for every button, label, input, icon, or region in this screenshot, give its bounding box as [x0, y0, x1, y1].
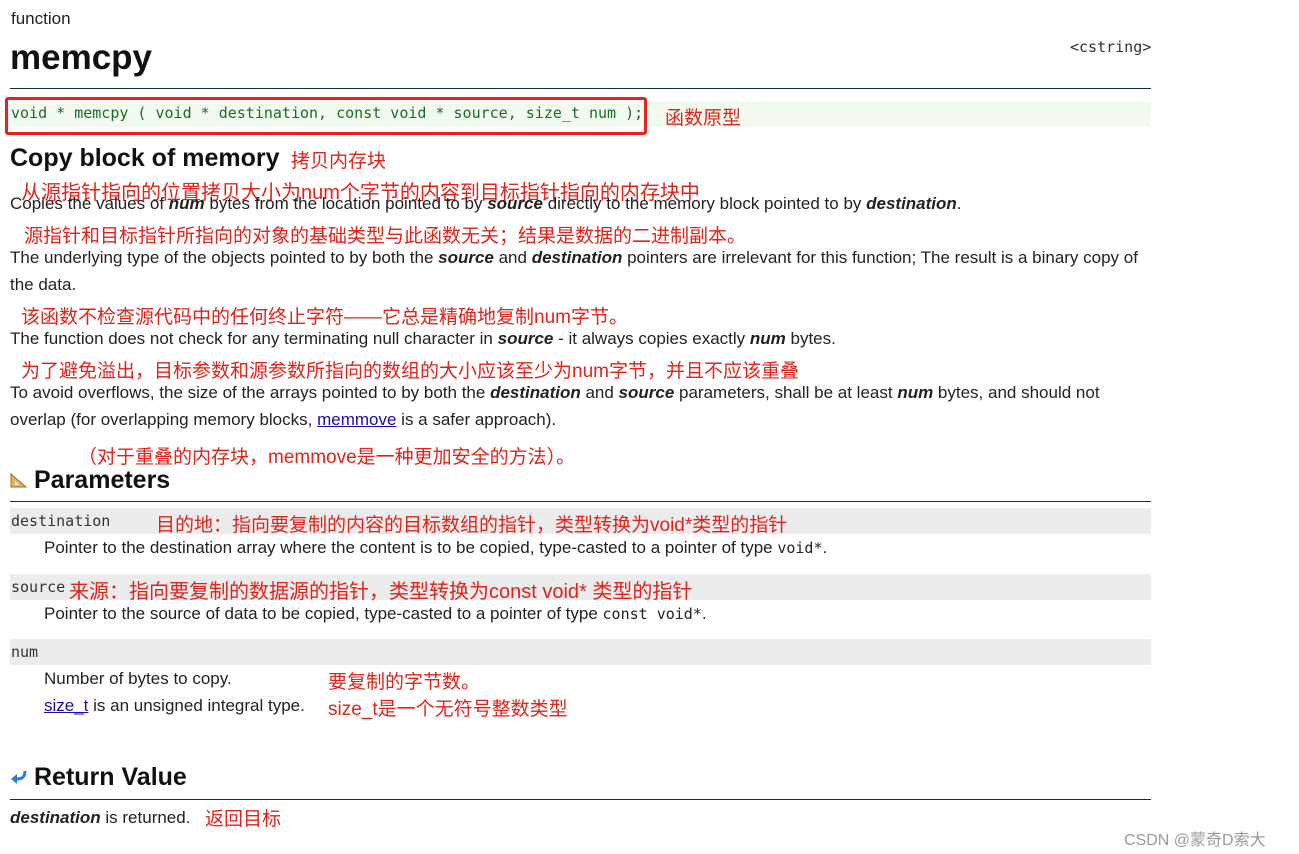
- param-num-annotation-2: size_t是一个无符号整数类型: [328, 699, 568, 720]
- page-kind: function: [11, 9, 71, 28]
- return-heading: Return Value: [34, 763, 187, 791]
- return-text: destination is returned.: [10, 808, 191, 827]
- paragraph-3: The function does not check for any term…: [10, 329, 836, 348]
- description-heading: Copy block of memory: [10, 144, 280, 172]
- param-num-desc: Number of bytes to copy.: [44, 669, 232, 688]
- parameters-icon: [10, 472, 28, 488]
- param-num-bar: [10, 639, 1151, 665]
- paragraph-1: Copies the values of num bytes from the …: [10, 194, 962, 213]
- return-annotation: 返回目标: [205, 809, 282, 830]
- page-title: memcpy: [10, 38, 153, 77]
- param-destination-annotation: 目的地：指向要复制的内容的目标数组的指针，类型转换为void*类型的指针: [156, 515, 788, 536]
- return-rule: [10, 799, 1151, 800]
- size-t-link[interactable]: size_t: [44, 696, 88, 715]
- parameters-rule: [10, 501, 1151, 502]
- param-source-name: source: [11, 578, 66, 596]
- prototype-code: void * memcpy ( void * destination, cons…: [11, 104, 644, 122]
- prototype-annotation: 函数原型: [665, 108, 742, 129]
- param-source-desc: Pointer to the source of data to be copi…: [44, 604, 707, 623]
- param-num-name: num: [11, 643, 39, 661]
- p4-annotation-2: （对于重叠的内存块，memmove是一种更加安全的方法）。: [78, 447, 576, 468]
- parameters-heading: Parameters: [34, 466, 171, 494]
- param-destination-desc: Pointer to the destination array where t…: [44, 538, 828, 557]
- description-heading-annotation: 拷贝内存块: [291, 151, 387, 172]
- paragraph-4: To avoid overflows, the size of the arra…: [10, 383, 1100, 429]
- memmove-link[interactable]: memmove: [317, 410, 396, 429]
- return-icon: [10, 768, 29, 786]
- param-num-desc-2: size_t is an unsigned integral type.: [44, 696, 305, 715]
- paragraph-2: The underlying type of the objects point…: [10, 248, 1138, 294]
- header-file: <cstring>: [1070, 38, 1152, 56]
- title-rule: [10, 88, 1151, 89]
- param-destination-name: destination: [11, 512, 111, 530]
- param-num-annotation: 要复制的字节数。: [328, 672, 481, 693]
- watermark: CSDN @蒙奇D索大: [1124, 832, 1266, 849]
